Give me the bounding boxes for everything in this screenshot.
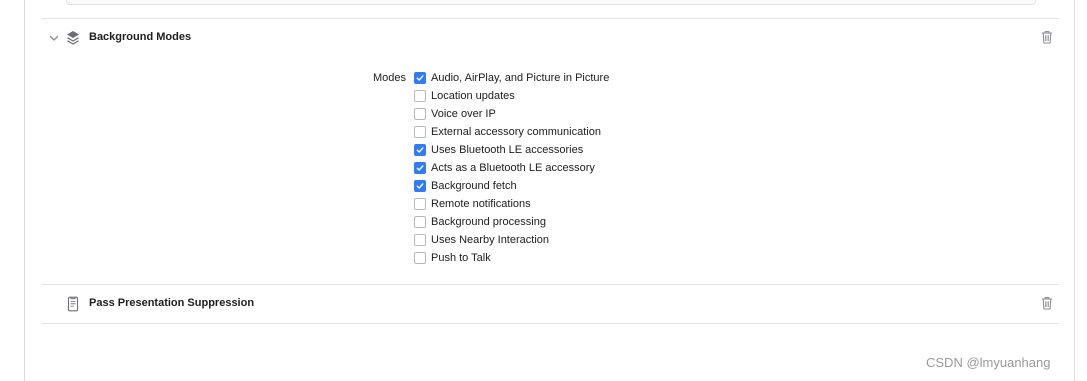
background-modes-list: Audio, AirPlay, and Picture in Picture Lo… <box>414 69 609 267</box>
checkbox[interactable] <box>414 90 426 102</box>
trash-icon[interactable] <box>1041 296 1053 310</box>
background-mode-item[interactable]: Audio, AirPlay, and Picture in Picture <box>414 69 609 87</box>
background-mode-label: Background fetch <box>431 180 517 192</box>
background-mode-item[interactable]: Background processing <box>414 213 609 231</box>
background-mode-label: Uses Bluetooth LE accessories <box>431 144 584 156</box>
background-mode-item[interactable]: External accessory communication <box>414 123 609 141</box>
watermark: CSDN @lmyuanhang <box>926 355 1051 370</box>
background-mode-label: Push to Talk <box>431 252 491 264</box>
checkbox[interactable] <box>414 162 426 174</box>
previous-section-content-box <box>66 0 1036 5</box>
background-mode-item[interactable]: Remote notifications <box>414 195 609 213</box>
background-mode-item[interactable]: Uses Nearby Interaction <box>414 231 609 249</box>
checkbox[interactable] <box>414 252 426 264</box>
scrollbar-track[interactable] <box>1074 0 1075 381</box>
background-mode-label: Uses Nearby Interaction <box>431 234 549 246</box>
background-mode-item[interactable]: Uses Bluetooth LE accessories <box>414 141 609 159</box>
background-mode-item[interactable]: Acts as a Bluetooth LE accessory <box>414 159 609 177</box>
checkmark-icon <box>416 183 424 189</box>
background-mode-item[interactable]: Location updates <box>414 87 609 105</box>
checkbox[interactable] <box>414 126 426 138</box>
background-mode-label: Location updates <box>431 90 515 102</box>
checkbox[interactable] <box>414 72 426 84</box>
checkbox[interactable] <box>414 234 426 246</box>
trash-icon[interactable] <box>1041 30 1053 44</box>
left-pane-border <box>24 0 25 381</box>
background-mode-item[interactable]: Push to Talk <box>414 249 609 267</box>
section-divider <box>42 284 1059 285</box>
layers-icon <box>67 31 79 45</box>
section-title: Background Modes <box>89 31 192 43</box>
capabilities-panel: Background Modes Modes Audio, AirPlay, a… <box>0 0 1087 381</box>
checkmark-icon <box>416 75 424 81</box>
background-mode-label: Background processing <box>431 216 546 228</box>
checkmark-icon <box>416 147 424 153</box>
section-divider <box>42 18 1059 19</box>
background-mode-label: Voice over IP <box>431 108 496 120</box>
checkmark-icon <box>416 165 424 171</box>
background-mode-label: Audio, AirPlay, and Picture in Picture <box>431 72 610 84</box>
checkbox[interactable] <box>414 216 426 228</box>
pass-icon <box>67 296 79 312</box>
background-mode-item[interactable]: Voice over IP <box>414 105 609 123</box>
modes-label: Modes <box>373 72 407 84</box>
background-modes-header[interactable]: Background Modes <box>42 23 1059 53</box>
background-mode-label: Acts as a Bluetooth LE accessory <box>431 162 595 174</box>
pass-presentation-suppression-header[interactable]: Pass Presentation Suppression <box>42 289 1059 319</box>
section-title: Pass Presentation Suppression <box>89 297 255 309</box>
checkbox[interactable] <box>414 198 426 210</box>
background-mode-label: Remote notifications <box>431 198 531 210</box>
background-mode-label: External accessory communication <box>431 126 601 138</box>
checkbox[interactable] <box>414 108 426 120</box>
checkbox[interactable] <box>414 144 426 156</box>
checkbox[interactable] <box>414 180 426 192</box>
background-mode-item[interactable]: Background fetch <box>414 177 609 195</box>
chevron-down-icon[interactable] <box>48 32 60 44</box>
section-divider <box>42 323 1059 324</box>
